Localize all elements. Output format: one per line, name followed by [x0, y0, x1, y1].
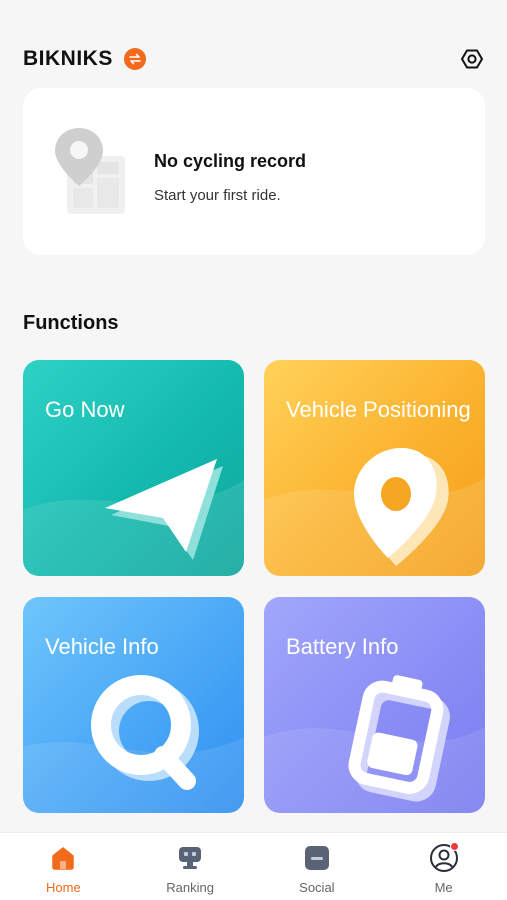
cycling-record-card[interactable]: No cycling record Start your first ride. [23, 88, 485, 255]
tab-me[interactable]: Me [380, 833, 507, 900]
tab-label: Social [299, 880, 335, 895]
map-pin-illustration [55, 128, 125, 214]
tile-label: Vehicle Positioning [286, 397, 471, 422]
tab-ranking[interactable]: Ranking [127, 833, 254, 900]
battery-icon [264, 675, 485, 813]
search-q-icon [23, 675, 244, 813]
tile-label: Vehicle Info [45, 634, 159, 659]
notification-dot [449, 842, 459, 851]
swap-icon[interactable] [123, 48, 146, 70]
navigation-arrow-icon [23, 459, 244, 576]
ranking-icon [175, 843, 205, 873]
brand-title: BIKNIKS [23, 47, 113, 70]
home-icon [48, 843, 78, 873]
tab-label: Home [46, 880, 81, 895]
tab-label: Me [434, 880, 453, 895]
profile-icon [429, 842, 459, 873]
social-icon [302, 843, 332, 873]
tab-home[interactable]: Home [0, 833, 127, 900]
location-pin-icon [264, 448, 485, 576]
tile-label: Go Now [45, 397, 125, 422]
tab-social[interactable]: Social [254, 833, 381, 900]
battery-info-tile[interactable]: Battery Info [264, 597, 485, 813]
functions-title: Functions [23, 312, 119, 334]
record-subtitle: Start your first ride. [154, 187, 281, 204]
go-now-tile[interactable]: Go Now [23, 360, 244, 576]
settings-hex-icon[interactable] [459, 46, 485, 72]
vehicle-positioning-tile[interactable]: Vehicle Positioning [264, 360, 485, 576]
vehicle-info-tile[interactable]: Vehicle Info [23, 597, 244, 813]
home-screen: BIKNIKS No cycling record Start your fir… [0, 0, 507, 900]
tab-label: Ranking [166, 880, 214, 895]
tile-label: Battery Info [286, 634, 399, 659]
header: BIKNIKS [23, 42, 485, 76]
record-title: No cycling record [154, 151, 307, 171]
bottom-tab-bar: Home Ranking Social Me [0, 832, 507, 900]
